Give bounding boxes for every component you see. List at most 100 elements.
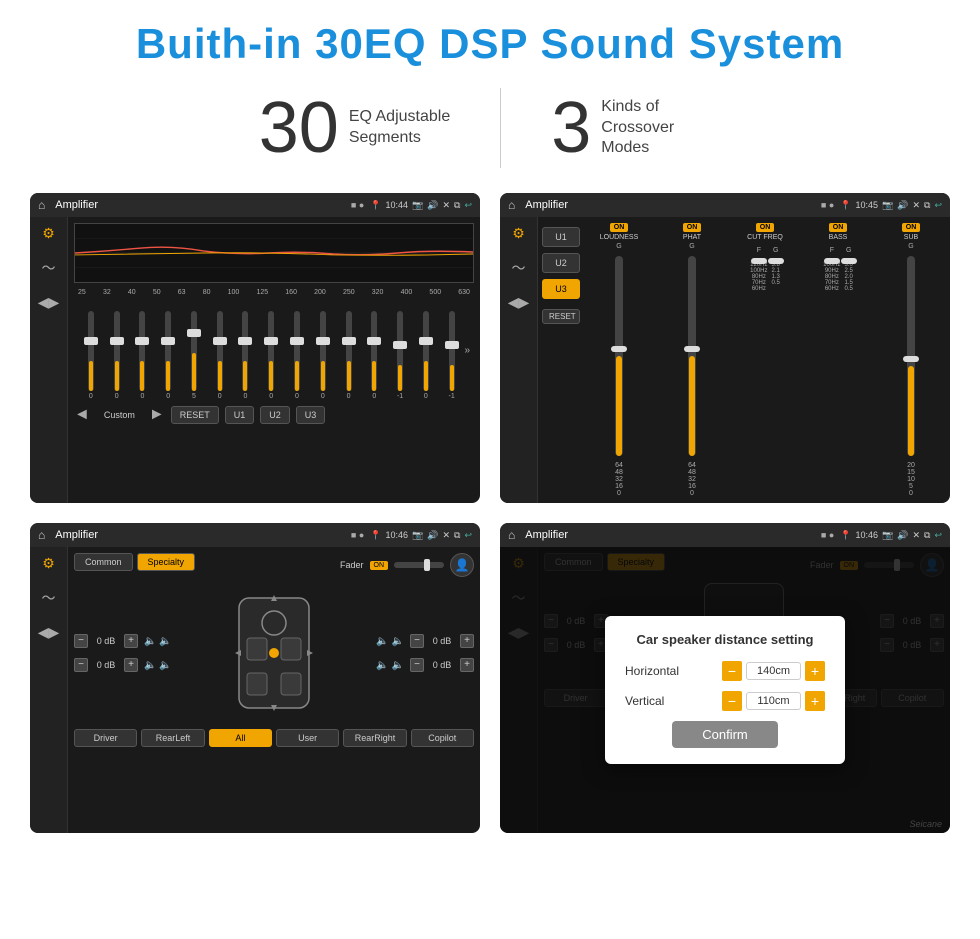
eq-slider-4[interactable]: 0	[155, 311, 181, 400]
all-btn[interactable]: All	[209, 729, 272, 747]
eq-slider-5[interactable]: 5	[181, 311, 207, 400]
s1-vol-icon[interactable]: ◀▶	[38, 294, 60, 311]
s3-window-icon[interactable]: ⧉	[454, 530, 460, 541]
lf-plus[interactable]: +	[124, 634, 138, 648]
reset-btn-s2[interactable]: RESET	[542, 309, 580, 324]
rf-plus[interactable]: +	[460, 634, 474, 648]
lf-minus[interactable]: −	[74, 634, 88, 648]
fader-label: Fader	[340, 560, 364, 570]
s1-window-icon[interactable]: ⧉	[454, 200, 460, 211]
copilot-btn[interactable]: Copilot	[411, 729, 474, 747]
eq-slider-6[interactable]: 0	[207, 311, 233, 400]
horizontal-plus-btn[interactable]: +	[805, 661, 825, 681]
s4-close-icon[interactable]: ✕	[912, 530, 920, 541]
common-tab-s3[interactable]: Common	[74, 553, 133, 571]
u3-button-s1[interactable]: U3	[296, 406, 326, 424]
confirm-button[interactable]: Confirm	[672, 721, 778, 748]
eq-slider-1[interactable]: 0	[78, 311, 104, 400]
bass-on[interactable]: ON	[829, 223, 848, 232]
specialty-tab-s3[interactable]: Specialty	[137, 553, 196, 571]
next-icon[interactable]: ►	[149, 406, 165, 424]
s3-title: Amplifier	[55, 529, 345, 541]
home-icon-s4[interactable]: ⌂	[508, 528, 515, 542]
s2-close-icon[interactable]: ✕	[912, 200, 920, 211]
s3-pin-icon: 📍	[370, 530, 381, 541]
horizontal-value[interactable]: 140cm	[746, 662, 801, 680]
s3-back-icon[interactable]: ↩	[464, 530, 472, 541]
s2-content: ⚙ 〜 ◀▶ U1 U2 U3 RESET	[500, 217, 950, 503]
home-icon-s3[interactable]: ⌂	[38, 528, 45, 542]
eq-slider-10[interactable]: 0	[310, 311, 336, 400]
person-icon-btn[interactable]: 👤	[450, 553, 474, 577]
eq-slider-3[interactable]: 0	[130, 311, 156, 400]
s3-close-icon[interactable]: ✕	[442, 530, 450, 541]
s3-wave-icon[interactable]: 〜	[42, 588, 56, 608]
phat-slider[interactable]	[688, 256, 696, 456]
s2-window-icon[interactable]: ⧉	[924, 200, 930, 211]
screen-crossover: ⌂ Amplifier ■ ● 📍 10:45 📷 🔊 ✕ ⧉ ↩ ⚙ 〜 ◀	[500, 193, 950, 503]
vertical-minus-btn[interactable]: −	[722, 691, 742, 711]
loudness-slider[interactable]	[615, 256, 623, 456]
s1-wave-icon[interactable]: 〜	[42, 258, 56, 278]
home-icon-s1[interactable]: ⌂	[38, 198, 45, 212]
horizontal-row: Horizontal − 140cm +	[625, 661, 825, 681]
preset-u1[interactable]: U1	[542, 227, 580, 247]
s2-sidebar: ⚙ 〜 ◀▶	[500, 217, 538, 503]
prev-icon[interactable]: ◄	[74, 406, 90, 424]
eq-slider-9[interactable]: 0	[284, 311, 310, 400]
fader-on-badge: ON	[370, 561, 389, 570]
phat-on[interactable]: ON	[683, 223, 702, 232]
eq-slider-13[interactable]: -1	[387, 311, 413, 400]
rearright-btn[interactable]: RearRight	[343, 729, 406, 747]
driver-btn[interactable]: Driver	[74, 729, 137, 747]
vertical-plus-btn[interactable]: +	[805, 691, 825, 711]
s1-back-icon[interactable]: ↩	[464, 200, 472, 211]
eq-slider-14[interactable]: 0	[413, 311, 439, 400]
u2-button-s1[interactable]: U2	[260, 406, 290, 424]
s2-vol-icon[interactable]: ◀▶	[508, 294, 530, 311]
u1-button-s1[interactable]: U1	[225, 406, 255, 424]
preset-u3[interactable]: U3	[542, 279, 580, 299]
s1-close-icon[interactable]: ✕	[442, 200, 450, 211]
s4-pin-icon: 📍	[840, 530, 851, 541]
eq-slider-12[interactable]: 0	[361, 311, 387, 400]
preset-u2[interactable]: U2	[542, 253, 580, 273]
s1-eq-icon[interactable]: ⚙	[42, 225, 55, 242]
screen1-statusbar: ⌂ Amplifier ■ ● 📍 10:44 📷 🔊 ✕ ⧉ ↩	[30, 193, 480, 217]
freq-50: 50	[153, 289, 161, 296]
s2-back-icon[interactable]: ↩	[934, 200, 942, 211]
cutfreq-label: CUT FREQ	[747, 234, 783, 241]
s4-back-icon[interactable]: ↩	[934, 530, 942, 541]
vertical-value[interactable]: 110cm	[746, 692, 801, 710]
reset-button-s1[interactable]: RESET	[171, 406, 219, 424]
s2-wave-icon[interactable]: 〜	[512, 258, 526, 278]
eq-slider-8[interactable]: 0	[258, 311, 284, 400]
cutfreq-on[interactable]: ON	[756, 223, 775, 232]
rr-plus[interactable]: +	[460, 658, 474, 672]
freq-63: 63	[178, 289, 186, 296]
sub-on[interactable]: ON	[902, 223, 921, 232]
rr-minus[interactable]: −	[410, 658, 424, 672]
s3-eq-icon[interactable]: ⚙	[42, 555, 55, 572]
eq-slider-7[interactable]: 0	[233, 311, 259, 400]
sub-slider[interactable]	[907, 256, 915, 456]
s2-eq-icon[interactable]: ⚙	[512, 225, 525, 242]
lr-plus[interactable]: +	[124, 658, 138, 672]
rf-minus[interactable]: −	[410, 634, 424, 648]
channel-loudness: ON LOUDNESS G 64	[584, 223, 654, 497]
screens-grid: ⌂ Amplifier ■ ● 📍 10:44 📷 🔊 ✕ ⧉ ↩ ⚙ 〜	[30, 193, 950, 833]
more-sliders-icon[interactable]: »	[464, 345, 470, 356]
lr-minus[interactable]: −	[74, 658, 88, 672]
eq-slider-11[interactable]: 0	[336, 311, 362, 400]
s4-window-icon[interactable]: ⧉	[924, 530, 930, 541]
horizontal-minus-btn[interactable]: −	[722, 661, 742, 681]
s3-vol-icon[interactable]: ◀▶	[38, 624, 60, 641]
eq-slider-2[interactable]: 0	[104, 311, 130, 400]
fader-slider[interactable]	[394, 562, 444, 568]
eq-slider-15[interactable]: -1	[439, 311, 465, 400]
home-icon-s2[interactable]: ⌂	[508, 198, 515, 212]
user-btn-s3[interactable]: User	[276, 729, 339, 747]
s1-sidebar: ⚙ 〜 ◀▶	[30, 217, 68, 503]
loudness-on[interactable]: ON	[610, 223, 629, 232]
rearleft-btn[interactable]: RearLeft	[141, 729, 204, 747]
